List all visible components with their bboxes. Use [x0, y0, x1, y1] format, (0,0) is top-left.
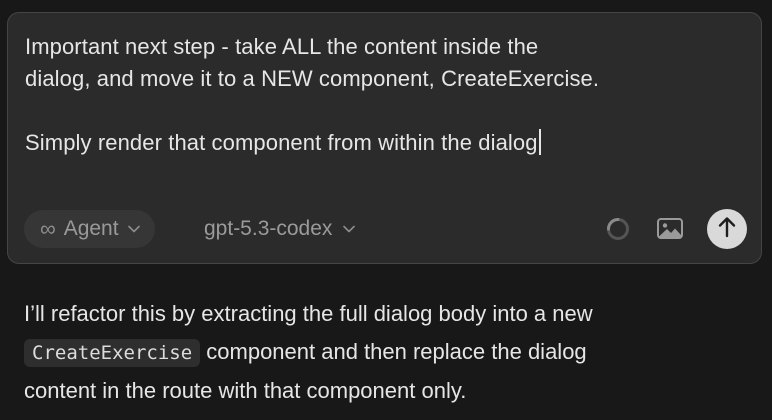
prompt-blank-line: [25, 95, 745, 127]
assistant-response: I’ll refactor this by extracting the ful…: [24, 295, 764, 410]
prompt-input[interactable]: Important next step - take ALL the conte…: [25, 31, 745, 159]
response-line: CreateExercise component and then replac…: [24, 333, 764, 372]
prompt-line: dialog, and move it to a NEW component, …: [25, 66, 600, 91]
response-line: content in the route with that component…: [24, 378, 467, 403]
send-button[interactable]: [707, 209, 747, 249]
model-label: gpt-5.3-codex: [204, 217, 333, 240]
chat-composer[interactable]: Important next step - take ALL the conte…: [7, 12, 762, 264]
model-selector[interactable]: gpt-5.3-codex: [204, 210, 356, 248]
arrow-up-icon: [717, 216, 737, 243]
prompt-line: Simply render that component from within…: [25, 130, 538, 155]
prompt-line-last: Simply render that component from within…: [25, 127, 745, 159]
composer-toolbar: ∞ Agent gpt-5.3-codex: [24, 208, 749, 250]
chevron-down-icon: [127, 222, 141, 236]
response-text: component and then replace the dialog: [200, 339, 587, 364]
chevron-down-icon: [342, 222, 356, 236]
prompt-line: Important next step - take ALL the conte…: [25, 34, 539, 59]
mode-label: Agent: [63, 217, 119, 240]
spinner-icon: [606, 217, 630, 241]
inline-code: CreateExercise: [24, 339, 201, 367]
image-icon[interactable]: [656, 216, 684, 242]
text-caret: [538, 129, 541, 155]
infinity-icon: ∞: [40, 216, 56, 241]
mode-selector[interactable]: ∞ Agent: [24, 210, 155, 248]
response-line: I’ll refactor this by extracting the ful…: [24, 301, 593, 326]
